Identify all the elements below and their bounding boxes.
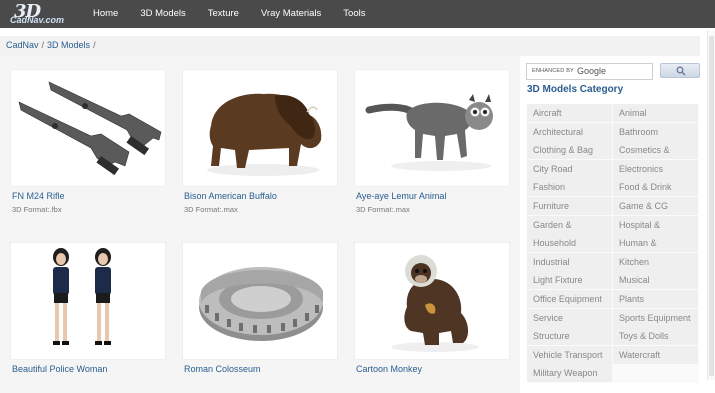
nav-texture[interactable]: Texture [197, 0, 250, 28]
category-item[interactable]: Sports Equipment [613, 308, 698, 327]
category-item[interactable]: Furniture [527, 197, 612, 215]
top-nav-bar: 3D CadNav.com Home 3D Models Texture Vra… [0, 0, 715, 28]
category-item[interactable]: Fashion [527, 178, 612, 197]
main-nav: Home 3D Models Texture Vray Materials To… [82, 0, 376, 28]
category-item[interactable]: Light Fixture [527, 271, 612, 290]
search-button[interactable] [660, 63, 700, 78]
model-card[interactable]: Cartoon Monkey [350, 237, 514, 393]
model-title[interactable]: Beautiful Police Woman [12, 364, 107, 374]
nav-vray-materials[interactable]: Vray Materials [250, 0, 332, 28]
model-card[interactable]: Beautiful Police Woman [6, 237, 170, 393]
search-input[interactable] [527, 64, 652, 79]
model-card[interactable]: FN M24 Rifle 3D Format:.fbx [6, 64, 170, 234]
model-title[interactable]: Bison American Buffalo [184, 191, 277, 201]
model-title[interactable]: FN M24 Rifle [12, 191, 65, 201]
search-box[interactable]: ENHANCED BY Google [526, 63, 653, 80]
bison-icon [207, 93, 322, 176]
category-item[interactable]: Hospital & [613, 215, 698, 234]
breadcrumb: CadNav/3D Models / [6, 40, 99, 50]
category-item[interactable]: Toys & Dolls [613, 327, 698, 346]
model-thumbnail[interactable] [354, 242, 510, 360]
model-card[interactable]: Aye-aye Lemur Animal 3D Format:.max [350, 64, 514, 234]
category-item[interactable]: Game & CG [613, 197, 698, 215]
category-item[interactable]: Food & Drink [613, 178, 698, 197]
sidebar: ENHANCED BY Google 3D Models Category Ai… [520, 56, 707, 393]
category-item[interactable]: Structure [527, 327, 612, 346]
breadcrumb-separator: / [41, 40, 45, 50]
breadcrumb-cadnav[interactable]: CadNav [6, 40, 39, 50]
category-list: Aircraft Animal Architectural Bathroom Cloth… [527, 104, 699, 383]
category-title: 3D Models Category [527, 84, 624, 95]
category-item[interactable]: Musical [613, 271, 698, 290]
model-format: 3D Format:.max [356, 205, 410, 214]
rifle-icon [18, 81, 162, 176]
category-item[interactable]: Clothing & Bag [527, 141, 612, 160]
category-item[interactable]: Electronics [613, 159, 698, 178]
category-item[interactable]: Military Weapon [527, 364, 612, 383]
lemur-icon [365, 94, 493, 171]
search-icon [676, 66, 686, 76]
breadcrumb-separator: / [93, 40, 96, 50]
category-item[interactable]: Household [527, 234, 612, 253]
category-item[interactable]: Watercraft [613, 345, 698, 364]
category-item[interactable]: Service [527, 308, 612, 327]
model-thumbnail[interactable] [182, 242, 338, 360]
category-item[interactable]: Office Equipment [527, 290, 612, 308]
model-title[interactable]: Cartoon Monkey [356, 364, 422, 374]
model-grid: FN M24 Rifle 3D Format:.fbx Bison Americ… [0, 56, 520, 393]
nav-3d-models[interactable]: 3D Models [129, 0, 196, 28]
police-woman-icon [53, 248, 111, 345]
model-thumbnail[interactable] [10, 69, 166, 187]
category-item[interactable]: Bathroom [613, 122, 698, 141]
model-format: 3D Format:.max [184, 205, 238, 214]
nav-home[interactable]: Home [82, 0, 129, 28]
logo-name: CadNav.com [10, 15, 65, 25]
category-item[interactable]: Human & [613, 234, 698, 253]
category-item[interactable]: Industrial [527, 252, 612, 271]
nav-tools[interactable]: Tools [332, 0, 376, 28]
category-item[interactable]: Kitchen [613, 252, 698, 271]
category-item[interactable]: Plants [613, 290, 698, 308]
breadcrumb-3d-models[interactable]: 3D Models [47, 40, 90, 50]
model-thumbnail[interactable] [354, 69, 510, 187]
category-item[interactable]: Garden & [527, 215, 612, 234]
breadcrumb-bar: CadNav/3D Models / [0, 36, 700, 56]
colosseum-icon [199, 267, 323, 341]
category-item[interactable]: Vehicle Transport [527, 345, 612, 364]
category-item[interactable]: Architectural [527, 122, 612, 141]
category-item[interactable]: Aircraft [527, 104, 612, 122]
model-card[interactable]: Bison American Buffalo 3D Format:.max [178, 64, 342, 234]
model-thumbnail[interactable] [10, 242, 166, 360]
model-format: 3D Format:.fbx [12, 205, 62, 214]
monkey-icon [391, 255, 479, 352]
scrollbar-thumb[interactable] [709, 36, 714, 376]
site-logo[interactable]: 3D CadNav.com [6, 1, 76, 27]
model-thumbnail[interactable] [182, 69, 338, 187]
category-item[interactable]: City Road [527, 159, 612, 178]
category-item[interactable]: Animal [613, 104, 698, 122]
category-item[interactable]: Cosmetics & [613, 141, 698, 160]
model-title[interactable]: Roman Colosseum [184, 364, 261, 374]
vertical-scrollbar[interactable] [707, 30, 715, 380]
model-title[interactable]: Aye-aye Lemur Animal [356, 191, 446, 201]
model-card[interactable]: Roman Colosseum [178, 237, 342, 393]
